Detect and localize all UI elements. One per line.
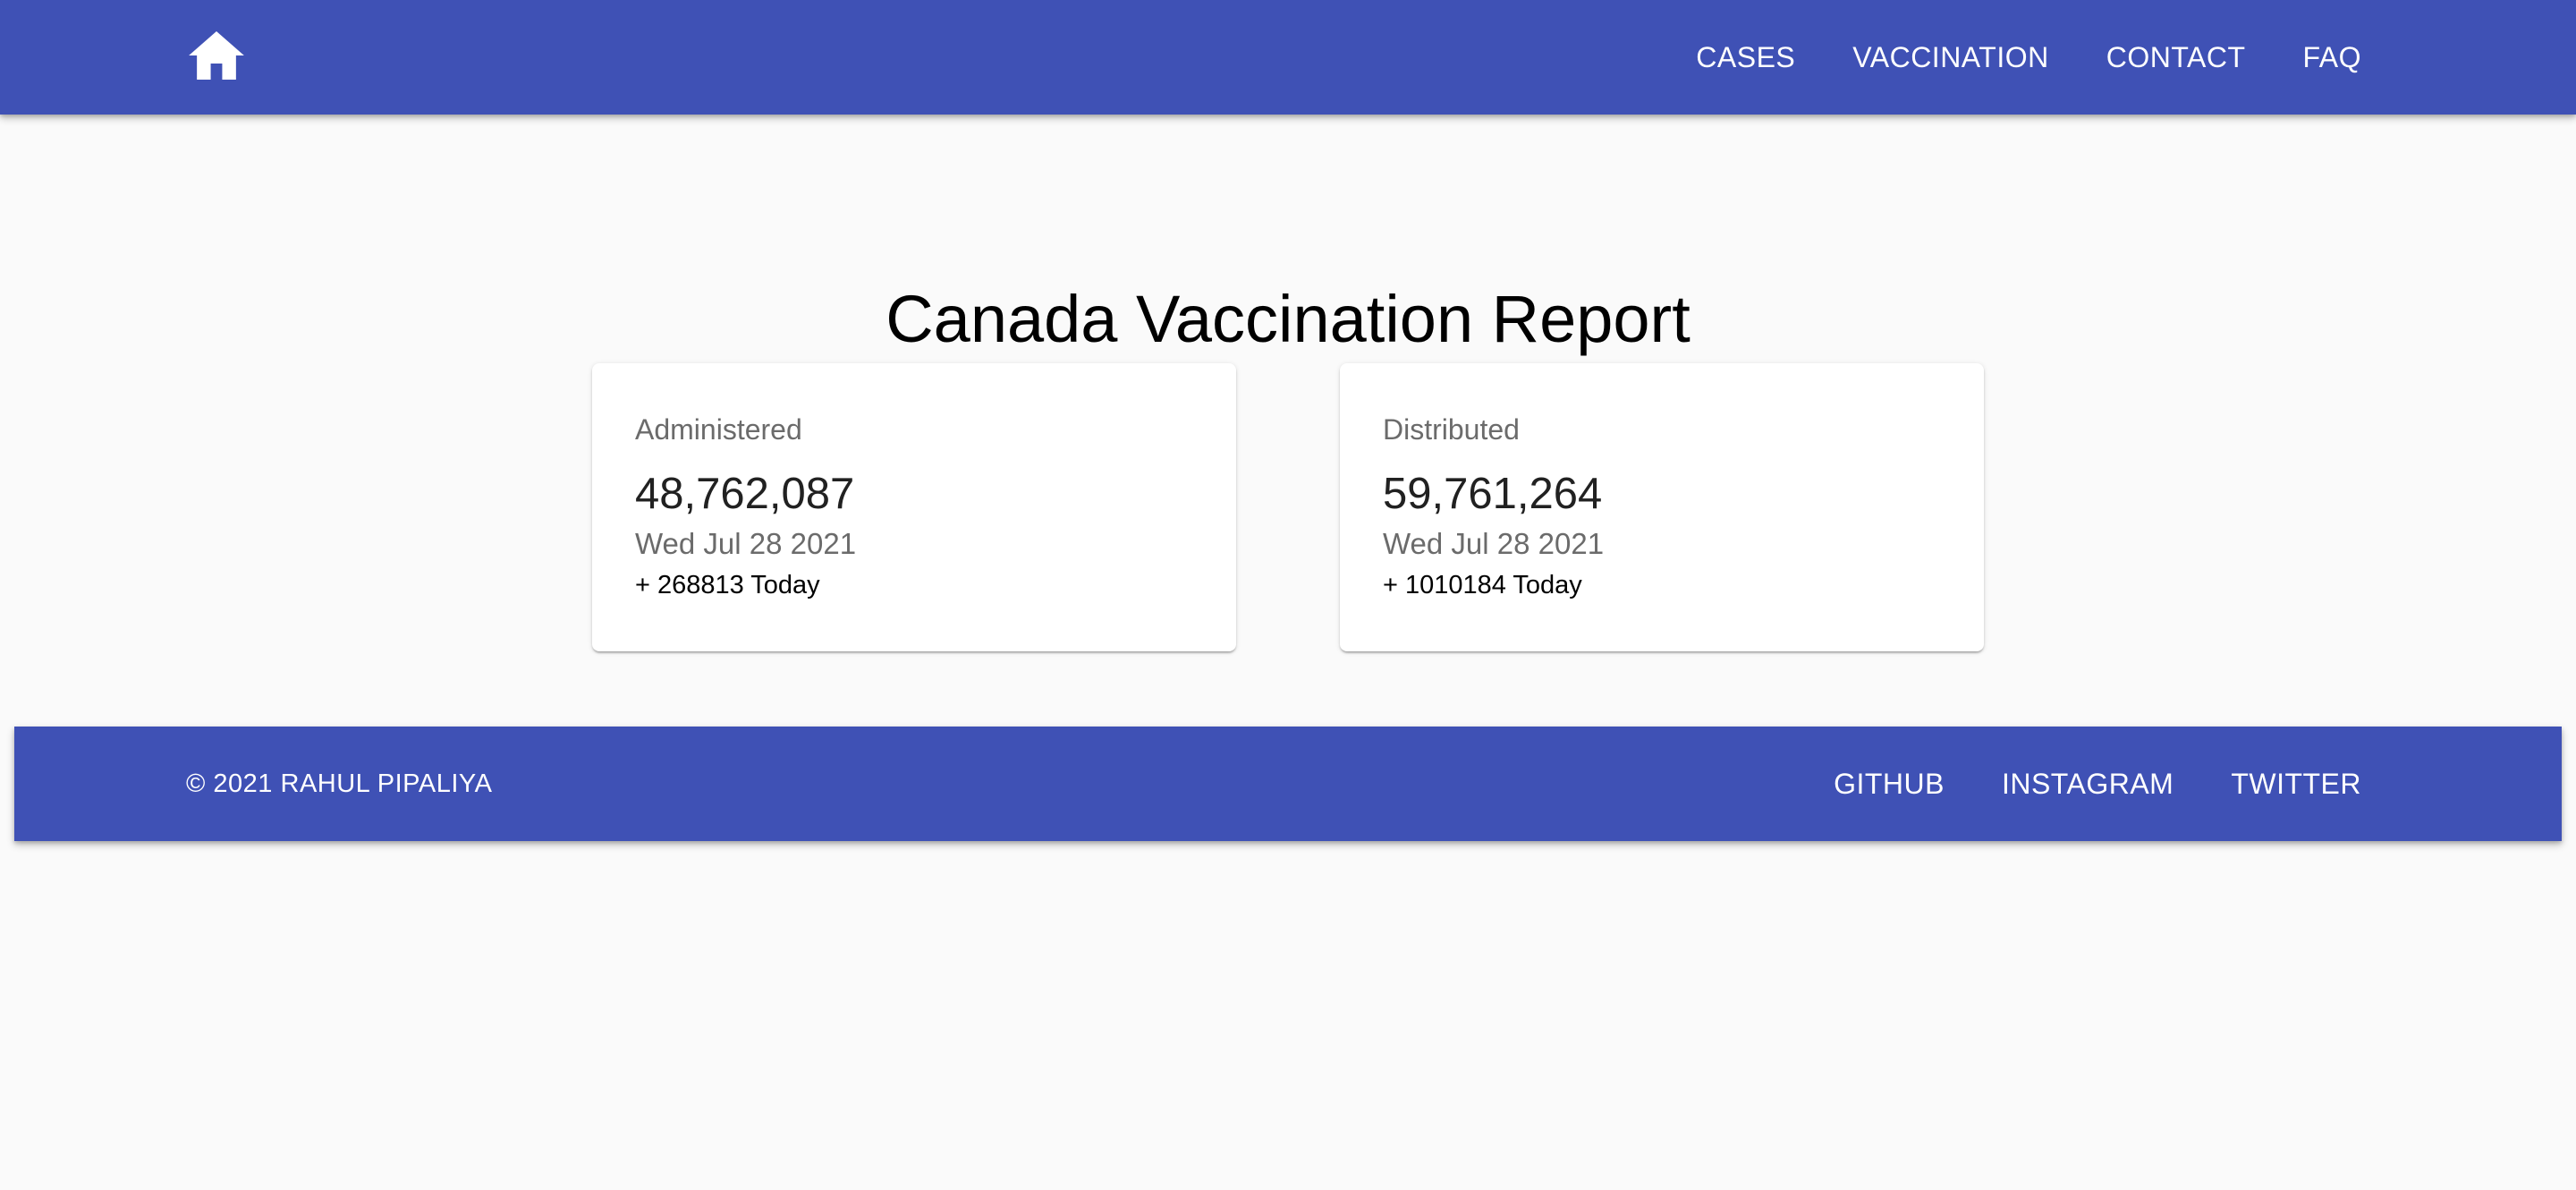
nav-faq[interactable]: FAQ — [2302, 41, 2361, 74]
distributed-card: Distributed 59,761,264 Wed Jul 28 2021 +… — [1340, 363, 1984, 651]
app-bar: CASES VACCINATION CONTACT FAQ — [0, 0, 2576, 115]
home-icon — [189, 31, 244, 80]
card-date: Wed Jul 28 2021 — [1383, 527, 1605, 560]
nav-cases[interactable]: CASES — [1696, 41, 1795, 74]
card-date: Wed Jul 28 2021 — [635, 527, 857, 560]
nav-vaccination[interactable]: VACCINATION — [1852, 41, 2048, 74]
footer: © 2021 RAHUL PIPALIYA GITHUB INSTAGRAM T… — [14, 727, 2562, 841]
instagram-link[interactable]: INSTAGRAM — [2002, 768, 2174, 801]
copyright-text: © 2021 RAHUL PIPALIYA — [186, 769, 493, 798]
card-label: Distributed — [1383, 413, 1520, 446]
github-link[interactable]: GITHUB — [1834, 768, 1945, 801]
card-today-change: + 1010184 Today — [1383, 571, 1582, 599]
administered-card: Administered 48,762,087 Wed Jul 28 2021 … — [592, 363, 1236, 651]
home-button[interactable] — [186, 25, 247, 86]
card-value: 48,762,087 — [635, 470, 855, 518]
social-links: GITHUB INSTAGRAM TWITTER — [1776, 727, 2361, 841]
top-nav: CASES VACCINATION CONTACT FAQ — [1639, 0, 2361, 115]
nav-contact[interactable]: CONTACT — [2106, 41, 2246, 74]
page-title: Canada Vaccination Report — [886, 282, 1690, 356]
twitter-link[interactable]: TWITTER — [2231, 768, 2361, 801]
card-label: Administered — [635, 413, 802, 446]
card-today-change: + 268813 Today — [635, 571, 820, 599]
card-value: 59,761,264 — [1383, 470, 1603, 518]
